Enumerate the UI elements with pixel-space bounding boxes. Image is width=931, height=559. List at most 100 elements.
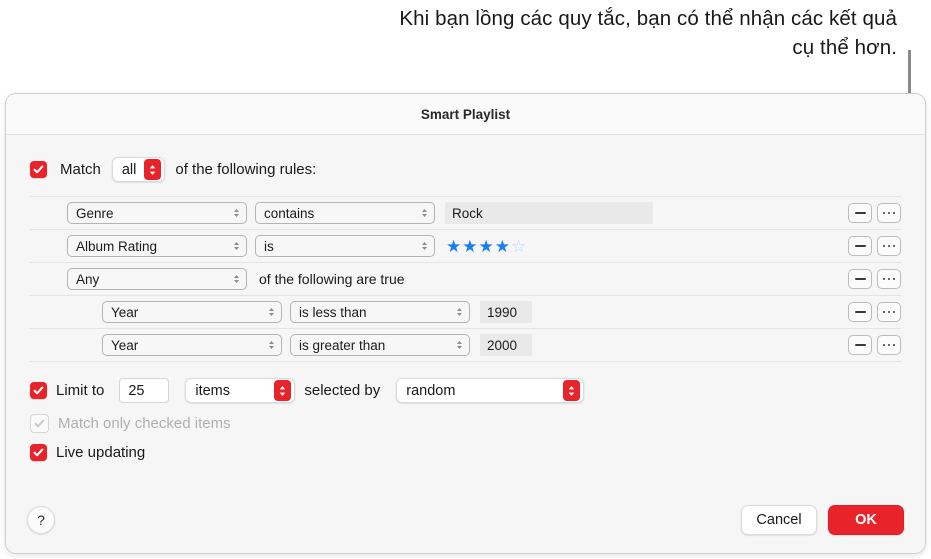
rule-row-actions bbox=[848, 203, 901, 223]
rule-more-options-button[interactable] bbox=[877, 236, 901, 256]
chevron-updown-icon bbox=[455, 338, 464, 352]
rule-operator-select[interactable]: is greater than bbox=[290, 334, 470, 356]
rule-operator-value: is less than bbox=[299, 304, 367, 320]
chevron-updown-icon bbox=[563, 380, 581, 401]
remove-rule-button[interactable] bbox=[848, 203, 872, 223]
match-tail-label: of the following rules: bbox=[175, 161, 317, 178]
ellipsis-icon bbox=[882, 277, 896, 281]
remove-rule-button[interactable] bbox=[848, 269, 872, 289]
limit-unit-value: items bbox=[195, 382, 231, 399]
limit-to-label: Limit to bbox=[56, 382, 105, 399]
match-only-checked-row: Match only checked items bbox=[30, 414, 925, 433]
rule-row: Genre contains Rock bbox=[30, 197, 901, 230]
dialog-footer: ? Cancel OK bbox=[6, 487, 925, 553]
minus-icon bbox=[854, 278, 866, 280]
rule-field-value: Year bbox=[111, 337, 139, 353]
selected-by-label: selected by bbox=[304, 382, 381, 399]
rules-list: Genre contains Rock Album Rating is ★ ★ … bbox=[30, 196, 901, 362]
ellipsis-icon bbox=[882, 244, 896, 248]
chevron-updown-icon bbox=[267, 305, 276, 319]
minus-icon bbox=[854, 344, 866, 346]
cancel-button[interactable]: Cancel bbox=[741, 505, 817, 535]
limit-count-input[interactable]: 25 bbox=[119, 378, 170, 403]
chevron-updown-icon bbox=[420, 206, 429, 220]
rule-group-row: Any of the following are true bbox=[30, 263, 901, 296]
rule-operator-select[interactable]: contains bbox=[255, 202, 435, 224]
rule-operator-select[interactable]: is less than bbox=[290, 301, 470, 323]
selected-by-value: random bbox=[406, 382, 456, 399]
minus-icon bbox=[854, 212, 866, 214]
selected-by-popup[interactable]: random bbox=[396, 378, 585, 403]
chevron-updown-icon bbox=[144, 159, 162, 180]
star-filled-icon: ★ bbox=[446, 236, 462, 256]
match-checkbox[interactable] bbox=[30, 161, 47, 178]
star-filled-icon: ★ bbox=[494, 236, 510, 256]
rule-star-rating[interactable]: ★ ★ ★ ★ ☆ bbox=[446, 238, 526, 255]
live-updating-label: Live updating bbox=[56, 444, 146, 461]
star-empty-icon: ☆ bbox=[511, 236, 527, 256]
dialog-title: Smart Playlist bbox=[420, 106, 511, 122]
chevron-updown-icon bbox=[232, 239, 241, 253]
chevron-updown-icon bbox=[232, 272, 241, 286]
rule-value-input[interactable]: 1990 bbox=[480, 301, 532, 323]
callout-annotation-text: Khi bạn lồng các quy tắc, bạn có thể nhậ… bbox=[399, 7, 897, 59]
rule-group-tail-label: of the following are true bbox=[259, 271, 405, 287]
match-type-value: all bbox=[121, 161, 137, 178]
chevron-updown-icon bbox=[420, 239, 429, 253]
remove-rule-button[interactable] bbox=[848, 302, 872, 322]
rule-more-options-button[interactable] bbox=[877, 335, 901, 355]
options-section: Limit to 25 items selected by random Mat… bbox=[6, 362, 925, 461]
rule-group-select[interactable]: Any bbox=[67, 268, 247, 290]
rule-field-value: Year bbox=[111, 304, 139, 320]
rule-more-options-button[interactable] bbox=[877, 302, 901, 322]
rule-field-select[interactable]: Year bbox=[102, 334, 282, 356]
live-updating-row: Live updating bbox=[30, 444, 925, 461]
rule-row-actions bbox=[848, 236, 901, 256]
limit-unit-popup[interactable]: items bbox=[185, 378, 296, 403]
live-updating-checkbox[interactable] bbox=[30, 444, 47, 461]
rule-more-options-button[interactable] bbox=[877, 269, 901, 289]
rule-operator-value: contains bbox=[264, 205, 315, 221]
match-type-popup[interactable]: all bbox=[111, 157, 166, 182]
rule-row-actions bbox=[848, 269, 901, 289]
match-row: Match all of the following rules: bbox=[6, 135, 925, 196]
rule-row: Album Rating is ★ ★ ★ ★ ☆ bbox=[30, 230, 901, 263]
chevron-updown-icon bbox=[232, 206, 241, 220]
minus-icon bbox=[854, 245, 866, 247]
rule-row-nested: Year is greater than 2000 bbox=[30, 329, 901, 362]
rule-group-value: Any bbox=[76, 271, 100, 287]
help-button[interactable]: ? bbox=[27, 506, 55, 534]
chevron-updown-icon bbox=[267, 338, 276, 352]
rule-row-nested: Year is less than 1990 bbox=[30, 296, 901, 329]
match-only-checked-label: Match only checked items bbox=[58, 415, 231, 432]
chevron-updown-icon bbox=[455, 305, 464, 319]
minus-icon bbox=[854, 311, 866, 313]
rule-field-select[interactable]: Genre bbox=[67, 202, 247, 224]
rule-operator-select[interactable]: is bbox=[255, 235, 435, 257]
star-filled-icon: ★ bbox=[462, 236, 478, 256]
match-label: Match bbox=[60, 161, 101, 178]
chevron-updown-icon bbox=[274, 380, 292, 401]
ellipsis-icon bbox=[882, 310, 896, 314]
rule-row-actions bbox=[848, 335, 901, 355]
dialog-body: Match all of the following rules: Genre bbox=[6, 135, 925, 461]
rule-more-options-button[interactable] bbox=[877, 203, 901, 223]
rule-operator-value: is greater than bbox=[299, 337, 386, 353]
limit-to-checkbox[interactable] bbox=[30, 382, 47, 399]
rule-field-select[interactable]: Year bbox=[102, 301, 282, 323]
ellipsis-icon bbox=[882, 211, 896, 215]
remove-rule-button[interactable] bbox=[848, 335, 872, 355]
ellipsis-icon bbox=[882, 343, 896, 347]
dialog-titlebar: Smart Playlist bbox=[6, 94, 925, 135]
rule-operator-value: is bbox=[264, 238, 274, 254]
rule-value-input[interactable]: Rock bbox=[445, 202, 653, 224]
limit-to-row: Limit to 25 items selected by random bbox=[30, 378, 925, 403]
remove-rule-button[interactable] bbox=[848, 236, 872, 256]
rule-row-actions bbox=[848, 302, 901, 322]
rule-field-value: Genre bbox=[76, 205, 114, 221]
rule-field-value: Album Rating bbox=[76, 238, 158, 254]
rule-field-select[interactable]: Album Rating bbox=[67, 235, 247, 257]
star-filled-icon: ★ bbox=[478, 236, 494, 256]
ok-button[interactable]: OK bbox=[828, 505, 904, 535]
rule-value-input[interactable]: 2000 bbox=[480, 334, 532, 356]
